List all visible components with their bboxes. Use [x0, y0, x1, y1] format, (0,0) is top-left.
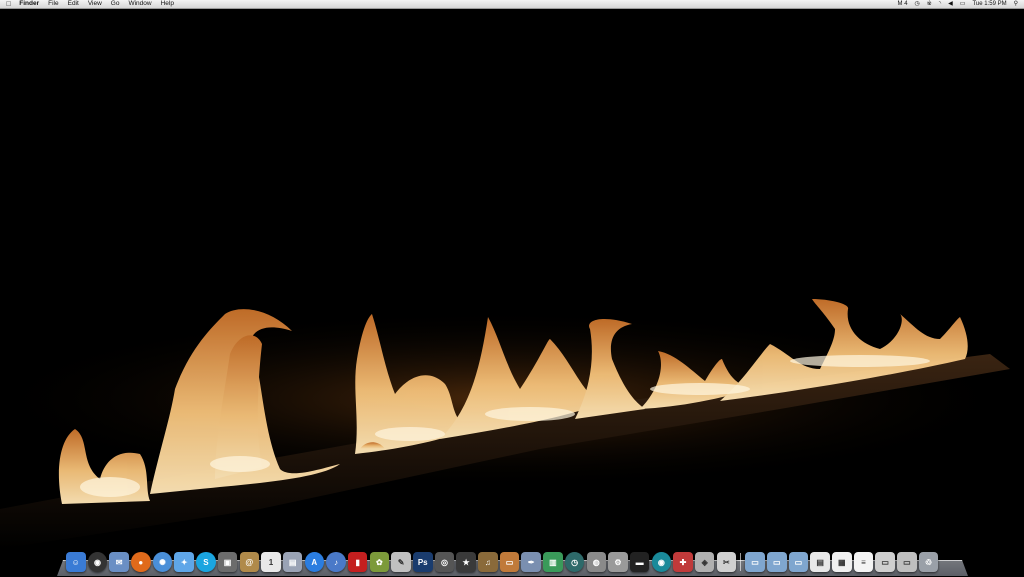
fire-wallpaper-image [0, 299, 1020, 549]
app-store-icon[interactable]: A [304, 552, 325, 572]
dock-apps: ☺ ◉ ✉ ● ✺ ✦ S ▣ @1 ▤ A ♪ ▮ ✿ ✎ Ps ◎ ★ ♫ ▭ ✒ ▥ ◷ ◍ ⚙ ▬ ◉ ✚ ◈ ✂ [66, 552, 738, 572]
menu-view[interactable]: View [88, 0, 102, 8]
dock-stacks: ▭ ▭ ▭ ▤ ▦ ≡ ▭ ▭ ♲ [745, 552, 940, 572]
ichat-icon[interactable]: ✦ [174, 552, 194, 572]
dashboard-icon[interactable]: ◉ [87, 552, 108, 572]
document-stack-icon[interactable]: ▤ [810, 552, 830, 572]
menu-window[interactable]: Window [128, 0, 151, 8]
spotlight-icon[interactable]: ⚲ [1014, 1, 1018, 7]
mail-icon[interactable]: ✉ [109, 552, 129, 572]
safari-icon[interactable]: ✺ [152, 552, 173, 572]
dock: ☺ ◉ ✉ ● ✺ ✦ S ▣ @1 ▤ A ♪ ▮ ✿ ✎ Ps ◎ ★ ♫ ▭ ✒ ▥ ◷ ◍ ⚙ ▬ ◉ ✚ ◈ ✂ ▭ ▭ ▭ ▤ ▦ ≡ ▭… [66, 548, 941, 572]
dock-separator [740, 553, 742, 571]
time-machine-icon[interactable]: ◷ [564, 552, 585, 572]
documents-folder-icon[interactable]: ▭ [767, 552, 787, 572]
system-preferences-icon[interactable]: ⚙ [608, 552, 628, 572]
photoshop-icon[interactable]: Ps [413, 552, 433, 572]
pages-icon[interactable]: ✒ [521, 552, 541, 572]
downloads-folder-icon[interactable]: ▭ [788, 552, 809, 572]
trash-icon[interactable]: ♲ [918, 552, 939, 572]
numbers-icon[interactable]: ▥ [543, 552, 563, 572]
text-stack-icon[interactable]: ≡ [853, 552, 874, 572]
maps-icon[interactable]: ✚ [673, 552, 693, 572]
battery-icon[interactable]: ▭ [960, 1, 966, 7]
address-book-icon[interactable]: @ [239, 552, 259, 572]
app-badge-status[interactable]: M 4 [898, 1, 908, 7]
utility-icon[interactable]: ◈ [694, 552, 715, 572]
keynote-icon[interactable]: ▭ [499, 552, 520, 572]
menu-edit[interactable]: Edit [68, 0, 79, 8]
image-stack-icon[interactable]: ▭ [897, 552, 917, 572]
spreadsheet-stack-icon[interactable]: ▦ [832, 552, 852, 572]
aperture-icon[interactable]: ◎ [434, 552, 455, 572]
skype-icon[interactable]: S [196, 552, 216, 572]
menu-go[interactable]: Go [111, 0, 120, 8]
itunes-icon[interactable]: ♪ [326, 552, 346, 572]
photo-booth-icon[interactable]: ▮ [347, 552, 368, 572]
screenshot-stack-icon[interactable]: ▭ [875, 552, 895, 572]
menu-file[interactable]: File [48, 0, 58, 8]
iphoto-icon[interactable]: ✿ [369, 552, 390, 572]
preview-icon[interactable]: ▤ [282, 552, 303, 572]
network-utility-icon[interactable]: ◉ [651, 552, 672, 572]
textedit-icon[interactable]: ✎ [391, 552, 411, 572]
menu-bar:  Finder File Edit View Go Window Help M… [0, 0, 1024, 9]
wifi-icon[interactable]: ◝ [939, 1, 941, 7]
menu-bar-left:  Finder File Edit View Go Window Help [0, 0, 183, 8]
menu-clock[interactable]: Tue 1:59 PM [972, 1, 1006, 7]
facetime-icon[interactable]: ▣ [217, 552, 238, 572]
menu-bar-status: M 4 ◷ ※ ◝ ◀ ▭ Tue 1:59 PM ⚲ [891, 1, 1024, 7]
garageband-icon[interactable]: ♫ [478, 552, 498, 572]
script-editor-icon[interactable]: ✂ [716, 552, 737, 572]
applications-folder-icon[interactable]: ▭ [745, 552, 765, 572]
volume-icon[interactable]: ◀ [948, 1, 953, 7]
apple-logo-icon[interactable]:  [6, 1, 11, 8]
menu-help[interactable]: Help [161, 0, 174, 8]
finder-icon[interactable]: ☺ [66, 552, 86, 572]
desktop-wallpaper [0, 9, 1024, 576]
firefox-icon[interactable]: ● [131, 552, 151, 572]
bluetooth-icon[interactable]: ※ [927, 1, 932, 7]
terminal-icon[interactable]: ▬ [629, 552, 650, 572]
imovie-icon[interactable]: ★ [456, 552, 476, 572]
ical-icon[interactable]: 1 [261, 552, 281, 572]
time-machine-icon[interactable]: ◷ [915, 1, 920, 7]
disk-utility-icon[interactable]: ◍ [586, 552, 606, 572]
menu-finder[interactable]: Finder [19, 0, 39, 8]
